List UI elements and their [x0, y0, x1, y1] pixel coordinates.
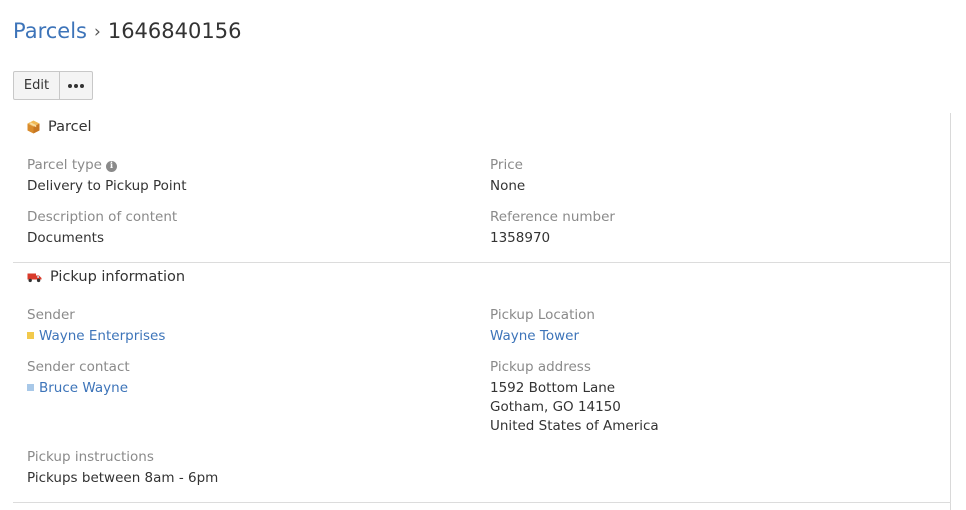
page-title: 1646840156	[107, 19, 242, 43]
contact-color-swatch	[27, 384, 34, 391]
section-divider	[13, 262, 951, 263]
sender-value: Wayne Enterprises	[27, 327, 165, 346]
description-value: Documents	[27, 230, 104, 246]
section-divider	[13, 502, 951, 503]
breadcrumb: Parcels › 1646840156	[13, 16, 241, 48]
sender-contact-link[interactable]: Bruce Wayne	[39, 380, 128, 396]
ellipsis-icon	[68, 83, 84, 88]
address-line: United States of America	[490, 418, 659, 434]
price-value: None	[490, 178, 526, 194]
sender-link[interactable]: Wayne Enterprises	[39, 328, 165, 344]
pickup-address-value: 1592 Bottom Lane Gotham, GO 14150 United…	[490, 379, 659, 436]
reference-number-label: Reference number	[490, 209, 615, 225]
pickup-location-label: Pickup Location	[490, 307, 595, 323]
reference-number-value: 1358970	[490, 230, 551, 246]
sender-color-swatch	[27, 332, 34, 339]
truck-icon	[27, 273, 42, 283]
pickup-section-header: Pickup information	[27, 269, 185, 285]
breadcrumb-parcels-link[interactable]: Parcels	[13, 19, 87, 43]
sender-label: Sender	[27, 307, 75, 323]
parcel-type-label: Parcel type i	[27, 157, 117, 173]
pickup-location-link[interactable]: Wayne Tower	[490, 328, 579, 344]
info-icon[interactable]: i	[106, 161, 117, 172]
sender-contact-value: Bruce Wayne	[27, 379, 128, 398]
edit-button[interactable]: Edit	[13, 71, 60, 100]
pickup-instructions-label: Pickup instructions	[27, 449, 154, 465]
action-toolbar: Edit	[13, 71, 93, 100]
address-line: 1592 Bottom Lane	[490, 380, 616, 396]
address-line: Gotham, GO 14150	[490, 399, 621, 415]
price-label: Price	[490, 157, 523, 173]
sender-contact-label: Sender contact	[27, 359, 130, 375]
package-icon	[27, 120, 40, 134]
parcel-section-header: Parcel	[27, 119, 92, 135]
pickup-section-title: Pickup information	[50, 269, 186, 285]
pickup-address-label: Pickup address	[490, 359, 591, 375]
description-label: Description of content	[27, 209, 178, 225]
parcel-details-panel: Parcel Parcel type i Delivery to Pickup P…	[13, 113, 951, 510]
pickup-instructions-value: Pickups between 8am - 6pm	[27, 470, 219, 486]
more-actions-button[interactable]	[60, 71, 93, 100]
parcel-type-value: Delivery to Pickup Point	[27, 178, 187, 194]
pickup-location-value: Wayne Tower	[490, 327, 579, 346]
parcel-section-title: Parcel	[48, 119, 92, 135]
breadcrumb-separator: ›	[94, 22, 101, 42]
